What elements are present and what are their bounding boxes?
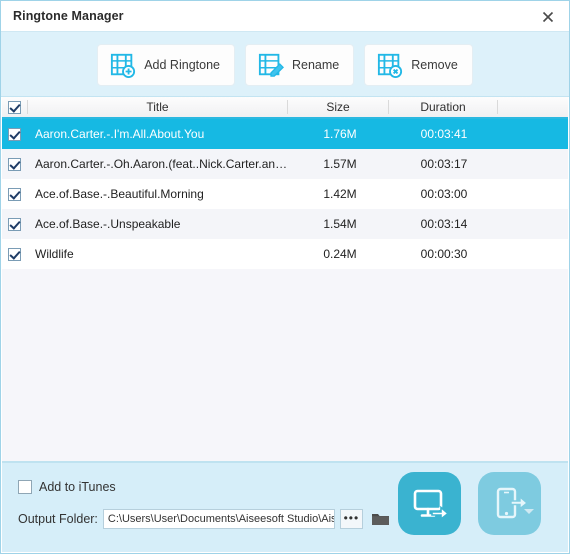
row-duration: 00:03:17 [420,157,468,171]
film-pencil-icon [258,53,284,77]
row-duration: 00:00:30 [420,247,468,261]
chevron-down-icon[interactable] [524,509,534,514]
row-size: 1.76M [323,127,357,141]
ringtone-table: Title Size Duration Aaron.Carter.-.I'm.A… [2,97,568,462]
add-ringtone-button[interactable]: Add Ringtone [97,44,235,86]
export-to-pc-button[interactable] [398,472,461,535]
row-checkbox-cell[interactable] [2,157,27,171]
window-title: Ringtone Manager [13,9,124,23]
add-to-itunes-label: Add to iTunes [39,480,116,494]
titlebar: Ringtone Manager [1,1,569,32]
device-export-icon [496,487,528,518]
row-size: 1.42M [323,187,357,201]
open-folder-button[interactable] [368,508,393,530]
row-checkbox[interactable] [8,187,21,201]
row-checkbox-cell[interactable] [2,127,27,141]
add-to-itunes-checkbox[interactable] [18,480,32,494]
row-title: Aaron.Carter.-.I'm.All.About.You [35,127,205,141]
bottom-panel: Add to iTunes Output Folder: C:\Users\Us… [2,462,568,552]
row-duration: 00:03:14 [420,217,468,231]
remove-label: Remove [411,58,458,72]
row-title: Wildlife [35,247,74,261]
row-checkbox[interactable] [8,127,21,141]
table-row[interactable]: Wildlife 0.24M 00:00:30 [2,239,568,269]
row-title: Aaron.Carter.-.Oh.Aaron.(feat..Nick.Cart… [35,157,290,171]
row-checkbox[interactable] [8,247,21,261]
header-divider [497,100,498,114]
row-size: 1.57M [323,157,357,171]
close-icon [542,11,554,22]
row-checkbox[interactable] [8,217,21,231]
header-size[interactable]: Size [288,100,388,114]
row-duration: 00:03:41 [420,127,468,141]
table-row[interactable]: Ace.of.Base.-.Unspeakable 1.54M 00:03:14 [2,209,568,239]
header-title[interactable]: Title [28,100,287,114]
remove-button[interactable]: Remove [364,44,473,86]
browse-dots-button[interactable]: ••• [339,509,363,529]
close-button[interactable] [535,5,561,28]
monitor-export-icon [413,489,449,521]
row-checkbox-cell[interactable] [2,187,27,201]
row-duration: 00:03:00 [420,187,468,201]
folder-icon [371,514,389,525]
add-ringtone-label: Add Ringtone [144,58,220,72]
row-title: Ace.of.Base.-.Beautiful.Morning [35,187,204,201]
row-checkbox-cell[interactable] [2,247,27,261]
row-checkbox-cell[interactable] [2,217,27,231]
film-remove-icon [378,53,403,78]
toolbar: Add Ringtone Rename Remove [1,32,569,97]
output-folder-label: Output Folder: [18,512,98,526]
table-row[interactable]: Aaron.Carter.-.Oh.Aaron.(feat..Nick.Cart… [2,149,568,179]
table-body: Aaron.Carter.-.I'm.All.About.You 1.76M 00:… [2,119,568,461]
output-folder-input[interactable]: C:\Users\User\Documents\Aiseesoft Studio… [102,509,335,529]
film-add-icon [111,53,136,78]
add-to-itunes-row: Add to iTunes [18,480,116,494]
rename-label: Rename [291,58,340,72]
select-all-cell[interactable] [2,100,27,114]
row-size: 0.24M [323,247,357,261]
table-row[interactable]: Ace.of.Base.-.Beautiful.Morning 1.42M 00:0… [2,179,568,209]
row-title: Ace.of.Base.-.Unspeakable [35,217,181,231]
row-checkbox[interactable] [8,157,21,171]
ringtone-manager-window: Ringtone Manager Add Ringtone Rename Rem… [0,0,570,554]
table-header-row: Title Size Duration [2,97,568,119]
row-size: 1.54M [323,217,357,231]
select-all-checkbox[interactable] [8,100,21,114]
rename-button[interactable]: Rename [244,44,355,86]
header-duration[interactable]: Duration [389,100,497,114]
output-folder-row: Output Folder: C:\Users\User\Documents\A… [18,508,393,530]
export-to-device-button[interactable] [478,472,541,535]
table-row[interactable]: Aaron.Carter.-.I'm.All.About.You 1.76M 00:… [2,119,568,149]
